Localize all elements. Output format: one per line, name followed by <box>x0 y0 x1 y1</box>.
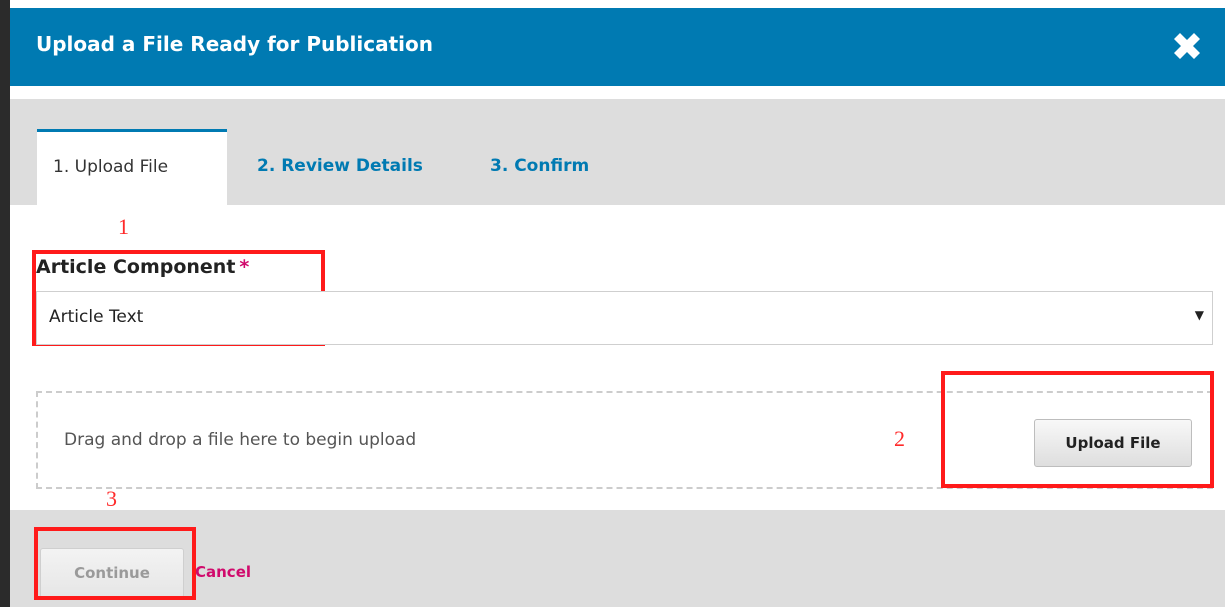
dialog-header: Upload a File Ready for Publication <box>10 8 1225 86</box>
tab-upload-file-label: 1. Upload File <box>53 157 169 177</box>
page: Upload a File Ready for Publication 1. U… <box>0 0 1225 607</box>
background-strip <box>0 0 10 607</box>
article-component-value: Article Text <box>49 307 144 327</box>
dropzone-text: Drag and drop a file here to begin uploa… <box>64 430 417 450</box>
upload-dialog: Upload a File Ready for Publication 1. U… <box>10 8 1225 607</box>
annotation-box-2 <box>941 371 1214 488</box>
cancel-link[interactable]: Cancel <box>195 563 251 581</box>
dialog-title: Upload a File Ready for Publication <box>36 32 434 56</box>
tab-review-details[interactable]: 2. Review Details <box>257 156 423 176</box>
top-gap <box>10 0 1225 8</box>
dropdown-arrow-icon: ▼ <box>1194 308 1204 322</box>
tab-confirm[interactable]: 3. Confirm <box>490 156 589 176</box>
annotation-number-2: 2 <box>894 426 905 451</box>
annotation-box-3 <box>34 527 196 600</box>
annotation-number-1: 1 <box>118 214 129 239</box>
tab-bar: 1. Upload File 2. Review Details 3. Conf… <box>10 99 1225 205</box>
annotation-number-3: 3 <box>106 486 117 511</box>
article-component-label: Article Component * <box>36 256 249 278</box>
tab-upload-file[interactable]: 1. Upload File <box>37 129 227 205</box>
close-button[interactable] <box>1167 26 1207 66</box>
article-component-label-text: Article Component <box>36 256 236 278</box>
article-component-select[interactable]: Article Text ▼ <box>36 291 1213 345</box>
close-x-icon <box>1174 33 1200 59</box>
required-marker: * <box>239 256 250 278</box>
